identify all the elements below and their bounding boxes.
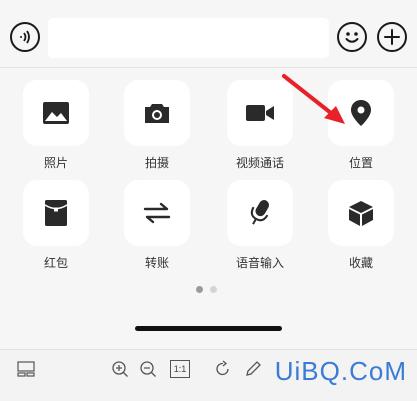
image-icon [43,102,69,124]
page-dot-active[interactable] [196,286,203,293]
action-label: 拍摄 [144,156,169,170]
page-indicator [196,286,217,293]
action-camera[interactable]: 拍摄 [124,80,190,171]
action-label: 视频通话 [235,156,284,170]
action-photos-box [23,80,89,146]
action-transfer-box [124,180,190,246]
action-favorites[interactable]: 收藏 [328,180,394,271]
action-label: 照片 [43,156,68,170]
action-label: 语音输入 [235,256,284,270]
smiley-icon [345,32,359,43]
video-camera-icon [246,105,274,121]
pen-button[interactable] [244,360,262,378]
watermark: UiBQ.CoM [274,356,407,386]
action-favorites-box [328,180,394,246]
cube-icon [349,201,373,226]
rotate-icon [216,360,229,376]
zoom-out-button[interactable] [139,360,157,378]
microphone-icon [250,200,269,225]
pen-icon [246,361,261,376]
page-dot[interactable] [210,286,217,293]
voice-mode-button[interactable] [10,22,40,52]
action-red-packet[interactable]: 红包 [23,180,89,271]
zoom-out-icon [140,361,156,377]
action-voice-input[interactable]: 语音输入 [227,180,293,271]
input-bar [0,0,417,68]
viewer-toolbar: 1:1 UiBQ.CoM [0,349,417,401]
layout-button[interactable] [17,360,35,378]
action-label: 收藏 [348,256,373,270]
layout-icon [17,361,35,377]
action-red-packet-box [23,180,89,246]
action-label: 红包 [43,256,68,270]
action-photos[interactable]: 照片 [23,80,89,171]
action-location[interactable]: 位置 [328,80,394,171]
message-input[interactable] [48,18,329,58]
red-packet-icon [44,200,68,226]
more-actions-button[interactable] [377,22,407,52]
plus-icon [384,29,400,45]
action-transfer[interactable]: 转账 [124,180,190,271]
action-video-call[interactable]: 视频通话 [227,80,293,171]
transfer-arrows-icon [143,202,171,224]
action-location-box [328,80,394,146]
camera-icon [145,104,169,123]
home-indicator[interactable] [135,326,282,331]
voice-wave-icon [20,30,30,44]
action-label: 位置 [348,156,373,170]
location-pin-icon [351,100,371,126]
zoom-in-button[interactable] [111,360,129,378]
action-video-box [227,80,293,146]
action-camera-box [124,80,190,146]
actual-size-button[interactable]: 1:1 [170,360,190,378]
emoji-button[interactable] [337,22,367,52]
action-panel: 照片 拍摄 视频通话 位置 红包 转账 语音输入 收藏 [0,69,417,349]
action-label: 转账 [144,256,169,270]
rotate-button[interactable] [214,360,232,378]
zoom-in-icon [112,361,128,377]
action-voice-input-box [227,180,293,246]
